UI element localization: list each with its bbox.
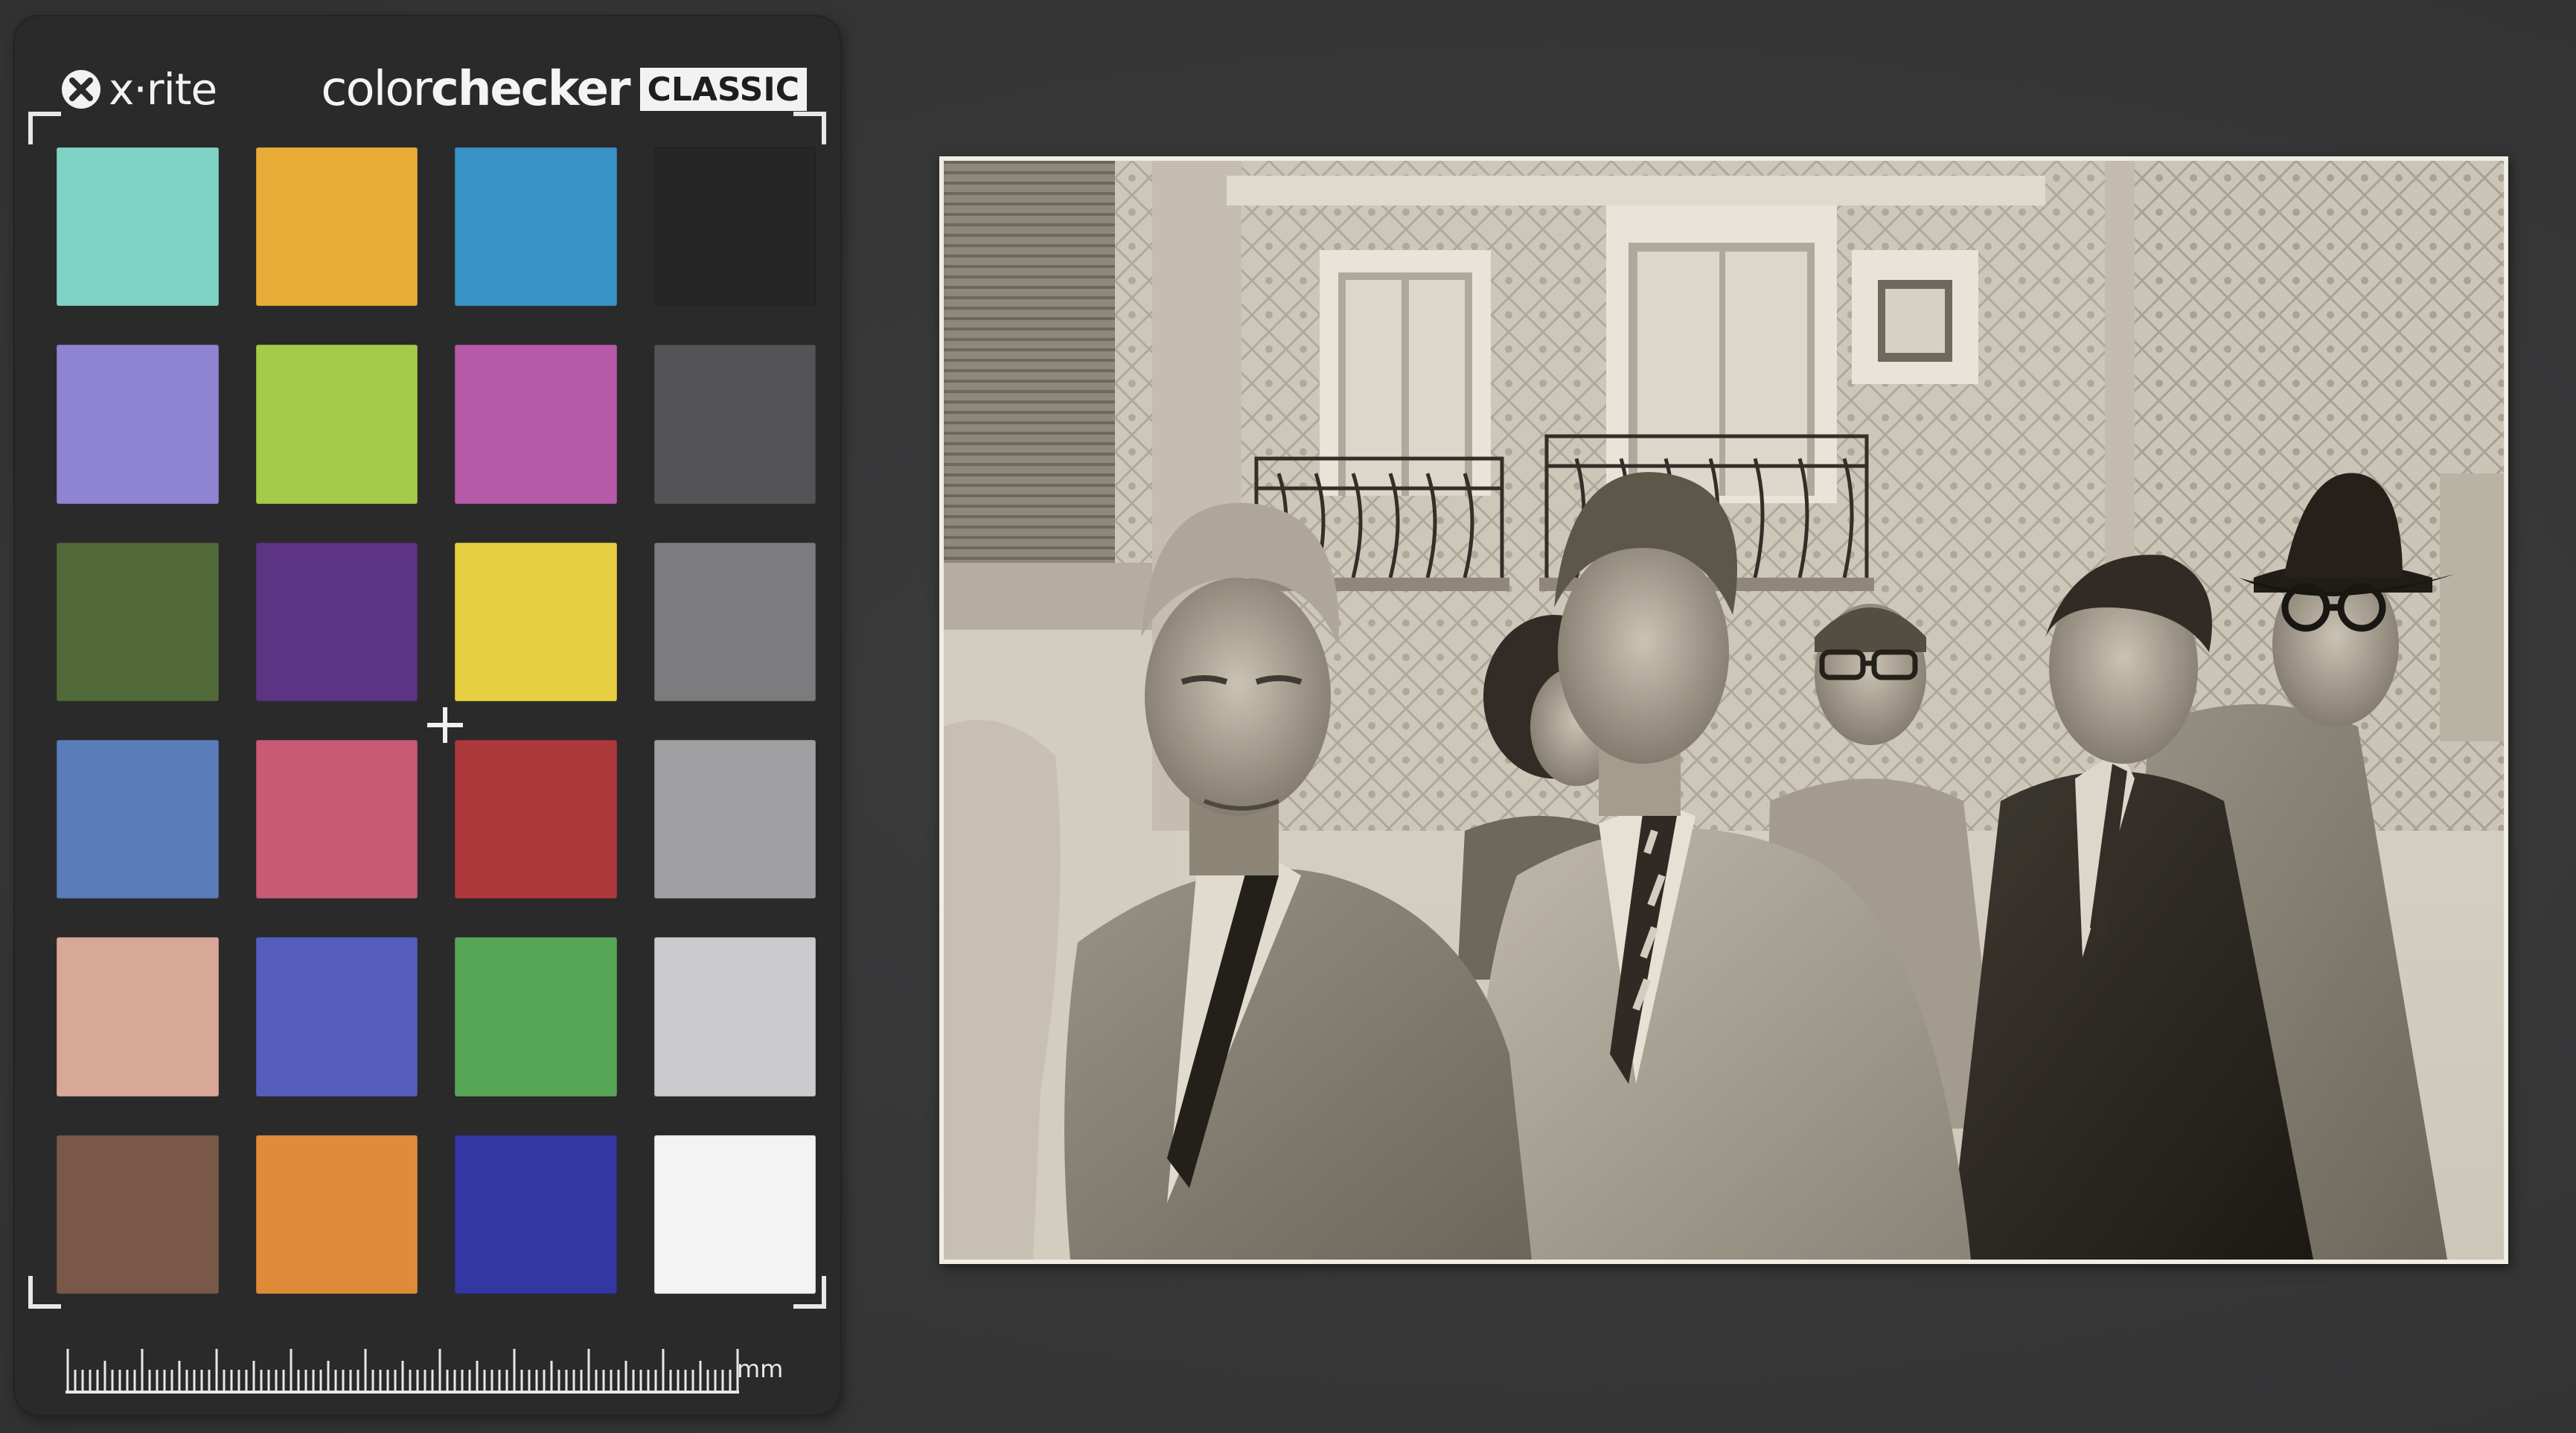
color-patch-24 (653, 1134, 816, 1294)
color-patch-10 (255, 542, 418, 701)
color-patch-12 (653, 542, 816, 701)
photo-print (939, 156, 2508, 1264)
color-patch-15 (455, 739, 617, 899)
brand-logo: x·rite (61, 60, 217, 119)
frame-corner-top-left (28, 112, 61, 144)
color-patch-16 (653, 739, 816, 899)
crosshair-icon (427, 707, 463, 743)
color-patch-3 (455, 147, 617, 307)
backdrop: x·rite color checker CLASSIC mm (0, 0, 2576, 1433)
edition-badge: CLASSIC (639, 68, 807, 111)
color-patch-6 (255, 345, 418, 504)
color-patch-5 (57, 345, 219, 504)
color-patch-22 (255, 1134, 418, 1294)
color-patch-2 (255, 147, 418, 307)
product-name: color checker CLASSIC (321, 58, 807, 121)
color-patch-18 (255, 937, 418, 1097)
color-patch-1 (57, 147, 219, 307)
color-patch-23 (455, 1134, 617, 1294)
color-patch-20 (653, 937, 816, 1097)
color-patch-11 (455, 542, 617, 701)
color-patch-8 (653, 345, 816, 504)
color-patch-13 (57, 739, 219, 899)
x-rite-logo-icon (62, 70, 100, 109)
color-patch-9 (57, 542, 219, 701)
ruler-unit-label: mm (737, 1355, 784, 1383)
color-patch-4 (653, 147, 816, 307)
color-patch-14 (255, 739, 418, 899)
frame-corner-top-right (793, 112, 826, 144)
photograph (944, 161, 2504, 1260)
ruler-scale (65, 1349, 739, 1394)
product-name-bold: checker (430, 62, 631, 117)
color-patch-17 (57, 937, 219, 1097)
color-patch-21 (57, 1134, 219, 1294)
product-name-light: color (321, 62, 432, 117)
color-patch-19 (455, 937, 617, 1097)
brand-name: x·rite (109, 64, 217, 115)
color-patch-7 (455, 345, 617, 504)
color-checker-card: x·rite color checker CLASSIC mm (15, 16, 840, 1414)
